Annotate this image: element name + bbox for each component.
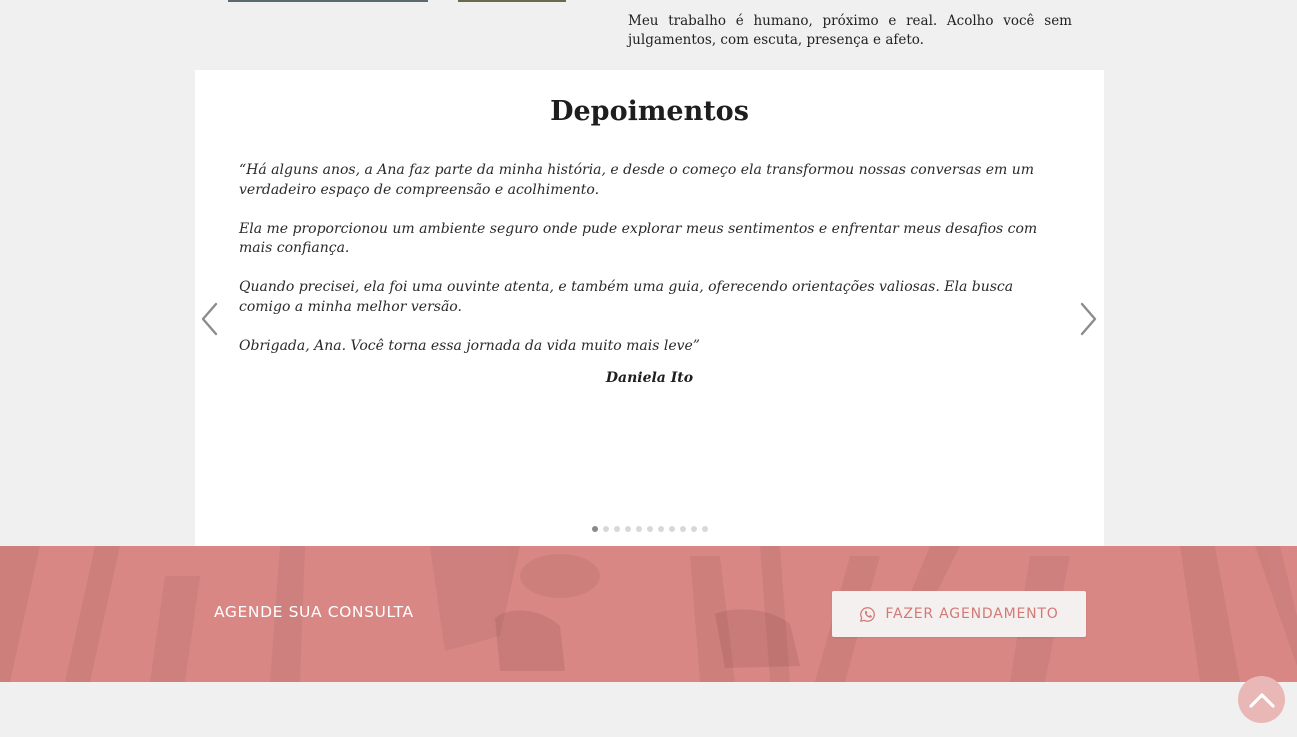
pagination-dot[interactable] <box>646 526 653 532</box>
pagination-dot[interactable] <box>701 526 708 532</box>
testimonials-title: Depoimentos <box>550 96 749 127</box>
next-slide-button[interactable] <box>1076 300 1100 338</box>
cta-label: AGENDE SUA CONSULTA <box>214 603 414 621</box>
quote-paragraph: “Há alguns anos, a Ana faz parte da minh… <box>239 162 1035 198</box>
quote-paragraph: Obrigada, Ana. Você torna essa jornada d… <box>239 337 700 354</box>
quote-paragraph: Ela me proporcionou um ambiente seguro o… <box>239 220 1038 257</box>
cta-banner: AGENDE SUA CONSULTA FAZER AGENDAMENTO <box>0 546 1297 682</box>
quote-paragraph: Quando precisei, ela foi uma ouvinte ate… <box>239 279 1014 315</box>
testimonial-author: Daniela Ito <box>605 370 694 386</box>
schedule-button-label: FAZER AGENDAMENTO <box>885 606 1059 622</box>
prev-slide-button[interactable] <box>198 300 222 338</box>
about-text: Meu trabalho é humano, próximo e real. A… <box>628 13 1072 48</box>
schedule-button[interactable]: FAZER AGENDAMENTO <box>832 591 1086 637</box>
pagination-dot[interactable] <box>635 526 642 532</box>
cta-background-photo <box>0 546 1297 682</box>
pagination-dot[interactable] <box>668 526 675 532</box>
image-edge-right <box>458 0 566 2</box>
testimonial-quote: “Há alguns anos, a Ana faz parte da minh… <box>239 161 1054 376</box>
pagination-dot[interactable] <box>657 526 664 532</box>
pagination-dot[interactable] <box>602 526 609 532</box>
pagination-dot[interactable] <box>679 526 686 532</box>
top-image-strip <box>228 0 566 2</box>
image-edge-left <box>228 0 428 2</box>
chevron-up-icon <box>1248 692 1275 708</box>
chevron-left-icon <box>201 302 218 336</box>
pagination-dot[interactable] <box>624 526 631 532</box>
whatsapp-icon <box>860 606 876 622</box>
testimonials-section: Depoimentos “Há alguns anos, a Ana faz p… <box>195 70 1104 546</box>
pagination-dot[interactable] <box>690 526 697 532</box>
pagination-dot[interactable] <box>591 526 598 532</box>
slider-pagination <box>195 526 1104 532</box>
chevron-right-icon <box>1080 302 1097 336</box>
scroll-to-top-button[interactable] <box>1238 676 1285 723</box>
pagination-dot[interactable] <box>613 526 620 532</box>
